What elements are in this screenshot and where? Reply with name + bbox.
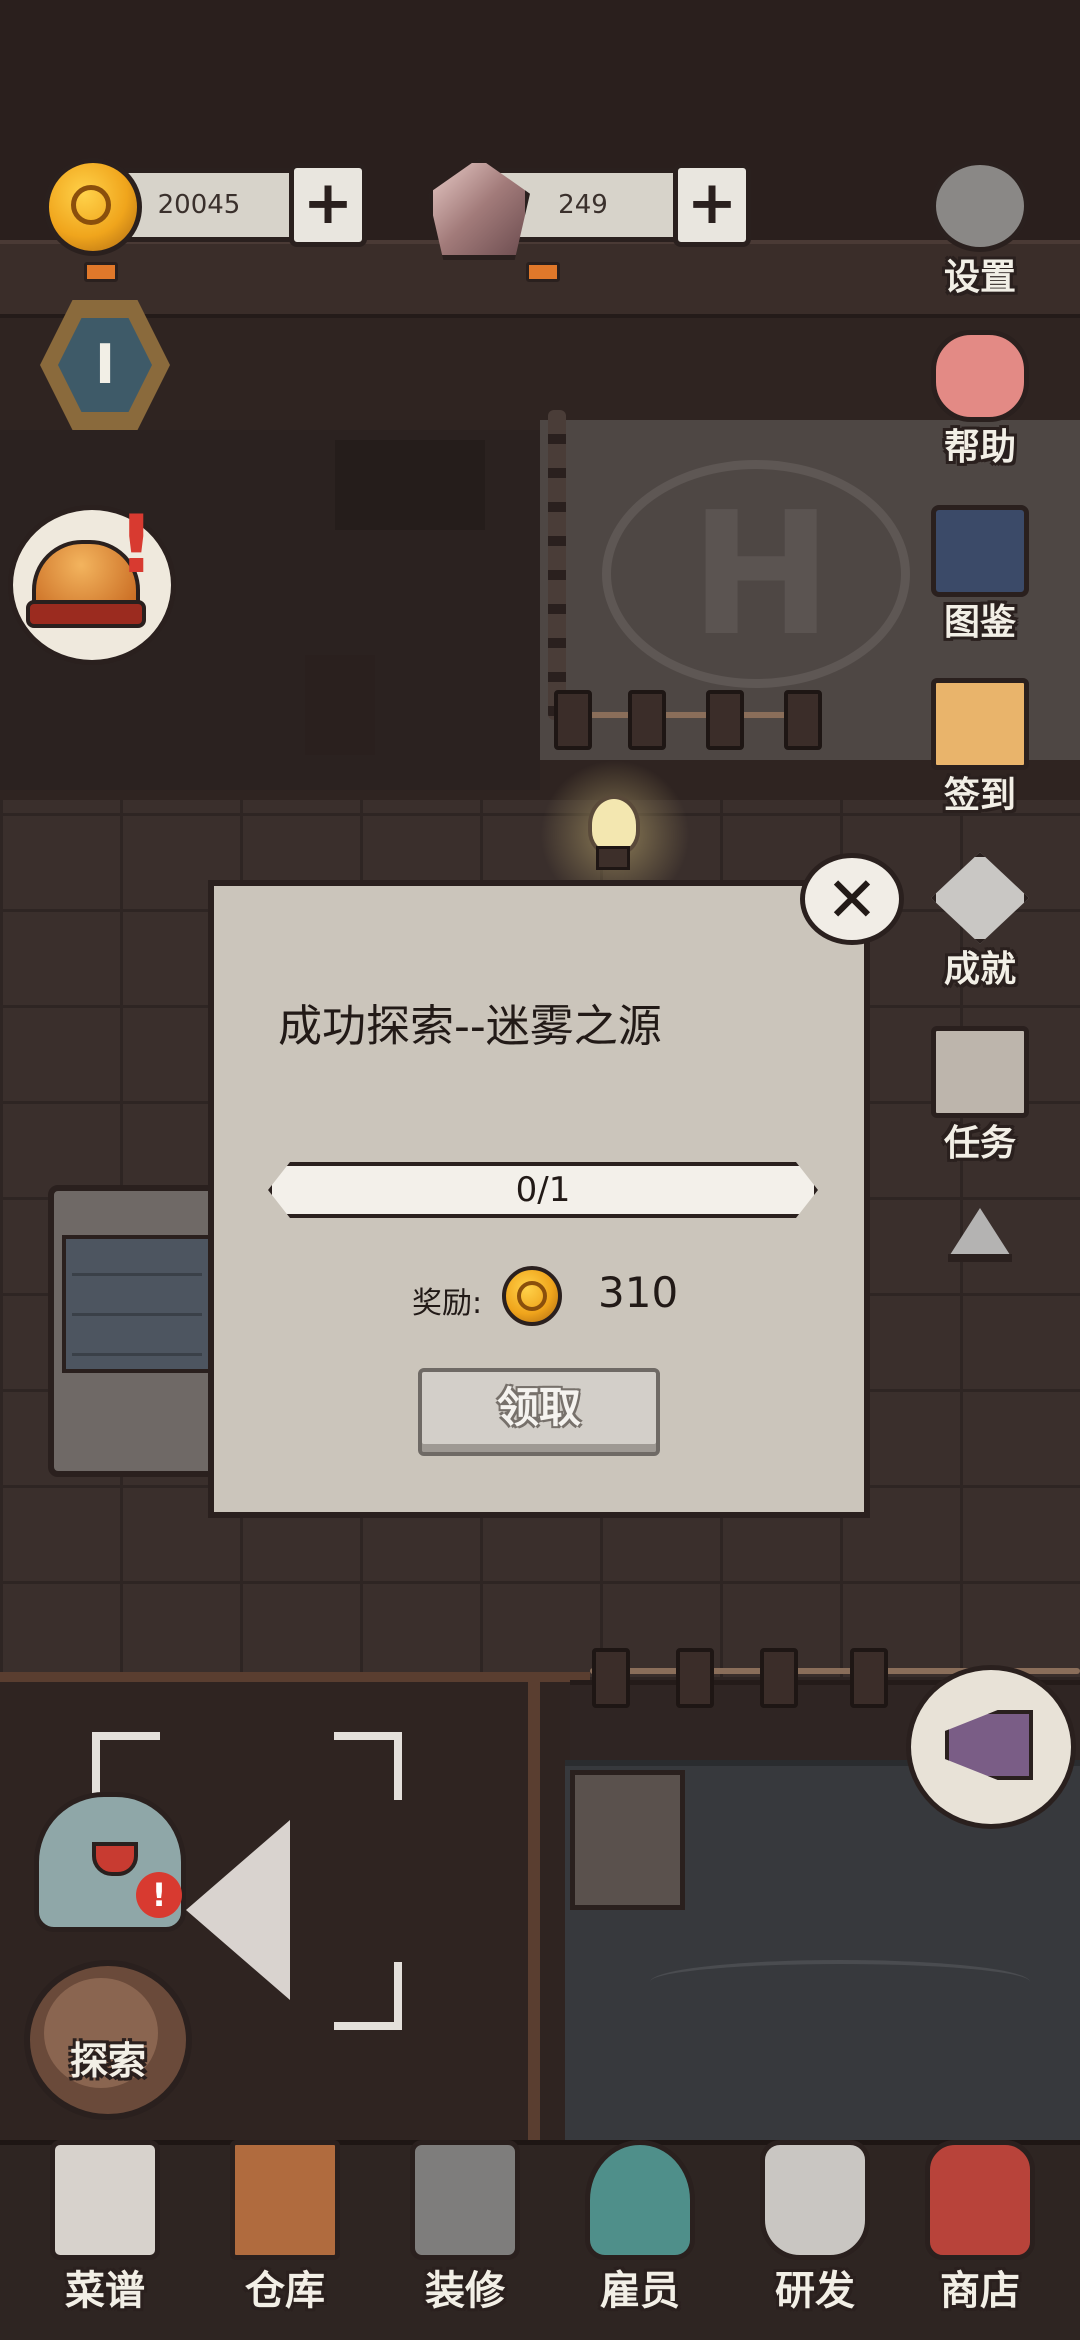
reward-label: 奖励: [412,1286,483,1321]
reward-amount: 310 [598,1268,679,1317]
progress-text: 0/1 [515,1170,571,1210]
claim-label: 领取 [496,1383,581,1432]
dialog-title: 成功探索--迷雾之源 [278,1001,662,1052]
coin-face [517,1281,547,1311]
close-icon[interactable]: ✕ [800,853,904,945]
